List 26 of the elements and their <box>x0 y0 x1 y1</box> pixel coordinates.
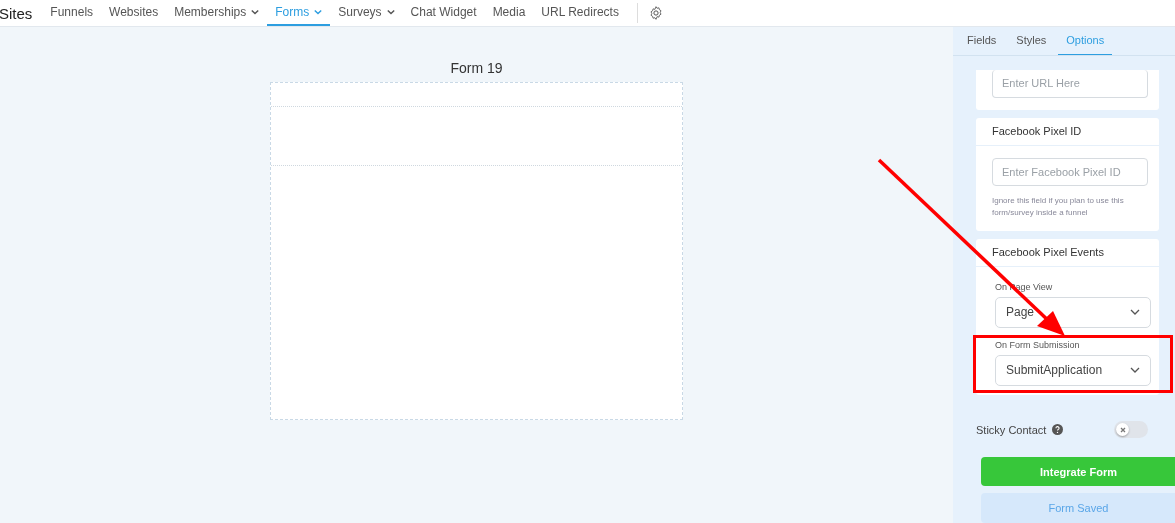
chevron-down-icon <box>1130 367 1140 374</box>
event-select[interactable]: SubmitApplication <box>995 354 1151 386</box>
nav-tab[interactable]: URL Redirects <box>533 0 627 26</box>
nav-tab[interactable]: Media <box>484 0 534 26</box>
panel-tab[interactable]: Fields <box>959 27 1005 55</box>
sticky-contact-label: Sticky Contact <box>976 423 1047 436</box>
close-icon <box>1119 426 1126 433</box>
help-icon <box>1052 424 1064 436</box>
chevron-down-icon <box>1130 309 1140 316</box>
settings-icon[interactable] <box>647 5 664 21</box>
nav-tab[interactable]: Funnels <box>42 0 102 26</box>
help-text: Ignore this field if you plan to use this form/survey inside a funnel <box>992 194 1125 219</box>
nav-tab[interactable]: Surveys <box>330 0 403 26</box>
card-title: Facebook Pixel ID <box>976 117 1159 146</box>
nav-tab[interactable]: Websites <box>101 0 167 26</box>
pixel-id-field[interactable]: Enter Facebook Pixel ID <box>992 157 1148 186</box>
nav-tab[interactable]: Chat Widget <box>402 0 485 26</box>
field-label: On Form Submission <box>995 339 1081 350</box>
form-title: Form 19 <box>450 60 503 76</box>
url-field[interactable]: Enter URL Here <box>992 69 1148 98</box>
panel-tab[interactable]: Styles <box>1008 27 1055 55</box>
card-title: Facebook Pixel Events <box>976 238 1159 267</box>
brand-title[interactable]: Sites <box>0 0 33 26</box>
nav-tab[interactable]: Memberships <box>166 0 268 26</box>
event-select[interactable]: Page <box>995 296 1151 328</box>
toggle-switch[interactable] <box>1114 421 1148 439</box>
